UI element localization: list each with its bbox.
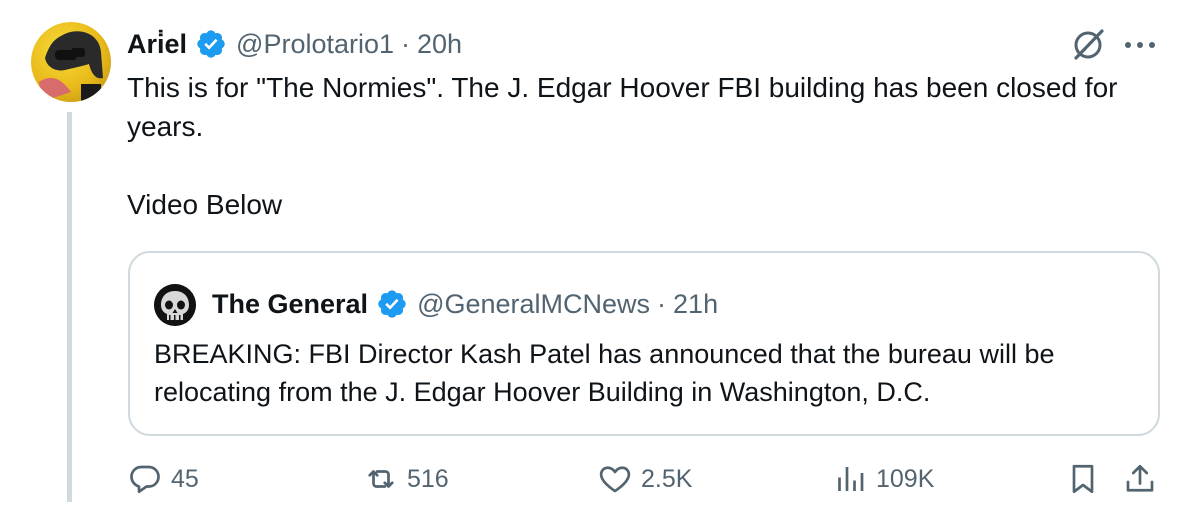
verified-badge-icon[interactable] <box>195 28 227 60</box>
separator-dot: · <box>401 28 411 59</box>
grok-icon[interactable] <box>1068 25 1108 65</box>
bookmark-button[interactable] <box>1065 461 1101 497</box>
reply-icon <box>130 465 160 494</box>
skull-logo-icon <box>154 284 196 326</box>
author-avatar[interactable] <box>31 22 111 102</box>
thread-line <box>67 112 72 502</box>
quote-author-avatar[interactable] <box>154 284 196 326</box>
like-count: 2.5K <box>641 464 693 493</box>
quote-text: BREAKING: FBI Director Kash Patel has an… <box>154 339 1055 407</box>
author-handle[interactable]: @Prolotario1 <box>236 29 394 60</box>
tweet-time[interactable]: 20h <box>417 29 462 60</box>
like-button[interactable]: 2.5K <box>597 461 692 497</box>
tweet-text: This is for "The Normies". The J. Edgar … <box>127 72 1118 220</box>
action-bar: 45 516 2.5K 109K <box>127 461 1167 505</box>
repost-button[interactable]: 516 <box>363 461 449 497</box>
views-count: 109K <box>876 464 935 493</box>
views-icon <box>838 467 864 491</box>
repost-icon <box>368 470 394 488</box>
heart-icon <box>599 466 631 493</box>
bookmark-icon <box>1072 464 1094 494</box>
avatar-image <box>39 31 103 102</box>
share-icon <box>1126 464 1154 492</box>
quote-header: The General @GeneralMCNews · 21h <box>212 284 718 324</box>
tweet-header: Ari̇el @Prolotario1 · 20h <box>127 25 462 63</box>
quoted-tweet[interactable]: The General @GeneralMCNews · 21h BREAKIN… <box>128 251 1160 436</box>
views-button[interactable]: 109K <box>832 461 934 497</box>
separator-dot: · <box>657 288 667 319</box>
more-options-icon[interactable] <box>1118 30 1162 60</box>
reply-button[interactable]: 45 <box>127 461 199 497</box>
reply-count: 45 <box>171 464 199 493</box>
author-name[interactable]: Ari̇el <box>127 29 187 60</box>
repost-count: 516 <box>407 464 449 493</box>
quote-author-handle[interactable]: @GeneralMCNews <box>417 289 650 320</box>
share-button[interactable] <box>1122 461 1158 497</box>
quote-time[interactable]: 21h <box>673 289 718 320</box>
quote-author-name[interactable]: The General <box>212 289 368 320</box>
verified-badge-icon[interactable] <box>376 288 408 320</box>
